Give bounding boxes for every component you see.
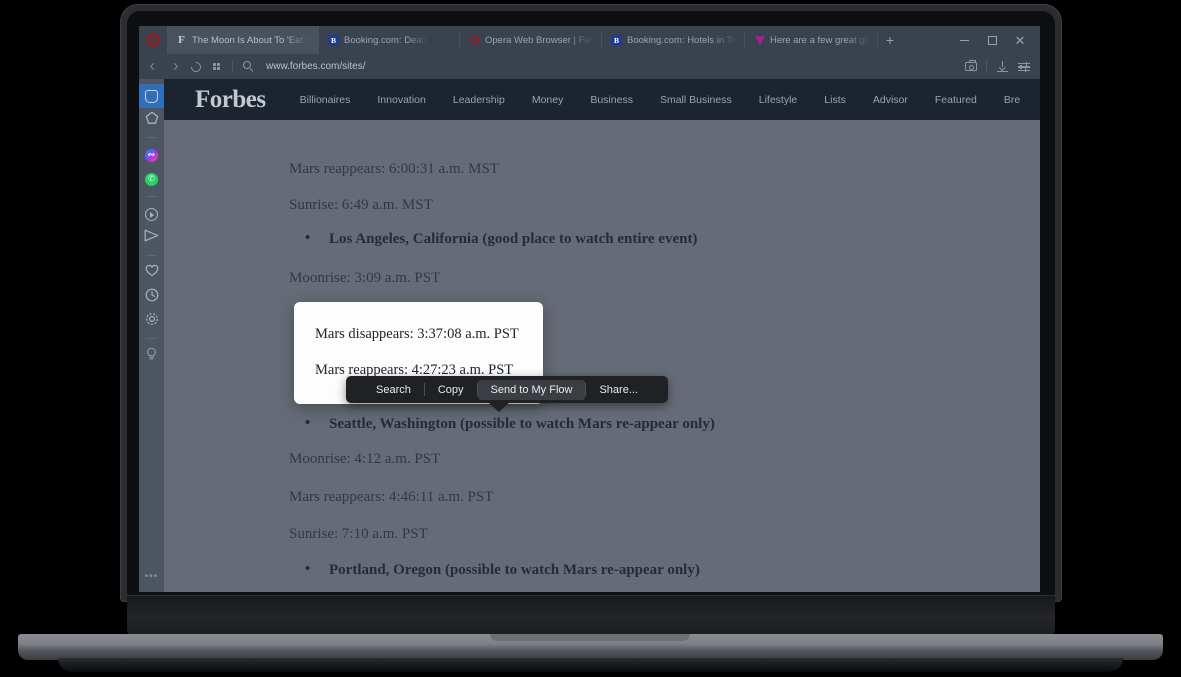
laptop-base-notch	[490, 634, 690, 641]
minimize-button[interactable]	[950, 26, 978, 54]
messenger-icon: ∾	[145, 148, 158, 162]
nav-item-leadership[interactable]: Leadership	[453, 94, 505, 106]
tab-0-title: The Moon Is About To 'Eat' M	[192, 34, 311, 46]
nav-item-small-business[interactable]: Small Business	[660, 94, 732, 106]
send-triangle-icon	[144, 229, 159, 247]
nav-item-featured[interactable]: Featured	[935, 94, 977, 106]
article-line: Mars reappears: 6:00:31 a.m. MST	[289, 161, 499, 177]
sidebar-more-label: •••	[144, 571, 159, 582]
sidebar-item-shield[interactable]	[139, 84, 164, 108]
sidebar-item-pentagon[interactable]	[139, 108, 164, 132]
sidebar-divider-1	[146, 137, 157, 138]
downloads-icon[interactable]	[992, 56, 1013, 77]
toolbar-divider-2	[986, 60, 987, 73]
forbes-f-icon: F	[178, 33, 185, 46]
forward-button[interactable]	[164, 56, 185, 77]
nav-item-money[interactable]: Money	[532, 94, 564, 106]
laptop-screen: F The Moon Is About To 'Eat' M B Booking…	[139, 26, 1040, 592]
tab-2-title: Opera Web Browser | Faster,	[485, 34, 594, 46]
article-content: Mars reappears: 6:00:31 a.m. MST Sunrise…	[164, 120, 1040, 592]
article-line: Sunrise: 6:49 a.m. MST	[289, 197, 433, 213]
opera-sidebar: ∾ ✆ •••	[139, 79, 164, 592]
sidebar-more-button[interactable]: •••	[145, 566, 159, 592]
address-bar: www.forbes.com/sites/	[139, 54, 1040, 79]
nav-item-lifestyle[interactable]: Lifestyle	[759, 94, 798, 106]
opera-o-icon	[469, 35, 480, 46]
tab-4[interactable]: Here are a few great gifts	[745, 26, 878, 54]
nav-item-billionaires[interactable]: Billionaires	[300, 94, 351, 106]
sidebar-divider-3	[146, 255, 157, 256]
tooltip-line: Mars disappears: 3:37:08 a.m. PST	[315, 326, 519, 342]
url-input[interactable]: www.forbes.com/sites/	[266, 61, 960, 72]
article-line-selected[interactable]: Moonrise: 3:09 a.m. PST	[289, 270, 440, 287]
shield-icon	[145, 89, 158, 103]
easy-setup-sliders-icon[interactable]	[1013, 56, 1034, 77]
sidebar-item-settings[interactable]	[139, 309, 164, 333]
search-icon[interactable]	[238, 56, 259, 77]
pentagon-icon	[145, 111, 159, 130]
apps-grid-button[interactable]	[206, 56, 227, 77]
context-menu-share-button[interactable]: Share...	[586, 380, 651, 400]
tab-3-title: Booking.com: Hotels in Tokyo	[627, 34, 737, 46]
opera-browser-window: F The Moon Is About To 'Eat' M B Booking…	[139, 26, 1040, 592]
heart-icon	[145, 264, 159, 282]
laptop-mockup: F The Moon Is About To 'Eat' M B Booking…	[0, 0, 1181, 677]
tab-bar: F The Moon Is About To 'Eat' M B Booking…	[139, 26, 1040, 54]
play-circle-icon	[145, 207, 158, 221]
vivaldi-v-icon	[754, 35, 765, 46]
tab-1[interactable]: B Booking.com: Deals	[319, 26, 460, 54]
nav-item-lists[interactable]: Lists	[824, 94, 846, 106]
article-bullet-item: Los Angeles, California (good place to w…	[305, 230, 697, 248]
context-menu-arrow	[488, 402, 510, 412]
tab-2[interactable]: Opera Web Browser | Faster,	[460, 26, 602, 54]
sidebar-item-player[interactable]	[139, 202, 164, 226]
camera-snapshot-icon[interactable]	[960, 56, 981, 77]
back-button[interactable]	[143, 56, 164, 77]
nav-item-business[interactable]: Business	[590, 94, 633, 106]
sidebar-item-history[interactable]	[139, 285, 164, 309]
opera-logo-icon[interactable]	[139, 26, 167, 54]
sidebar-item-telegram[interactable]	[139, 226, 164, 250]
tab-0[interactable]: F The Moon Is About To 'Eat' M	[167, 26, 319, 54]
article-line: Mars reappears: 4:46:11 a.m. PST	[289, 489, 494, 505]
laptop-hinge	[127, 596, 1055, 636]
toolbar-divider	[232, 60, 233, 73]
reload-button[interactable]	[185, 56, 206, 77]
close-button[interactable]: ✕	[1006, 26, 1034, 54]
clock-icon	[145, 288, 159, 307]
sidebar-divider-2	[146, 196, 157, 197]
sidebar-item-whatsapp[interactable]: ✆	[139, 167, 164, 191]
article-line: Sunrise: 7:10 a.m. PST	[289, 526, 428, 542]
sidebar-divider-4	[146, 338, 157, 339]
context-menu-send-to-my-flow-button[interactable]: Send to My Flow	[477, 379, 586, 400]
article-line: Moonrise: 4:12 a.m. PST	[289, 451, 441, 467]
sidebar-item-messenger[interactable]: ∾	[139, 143, 164, 167]
site-navigation-bar: Forbes Billionaires Innovation Leadershi…	[164, 79, 1040, 120]
sidebar-item-favorites[interactable]	[139, 261, 164, 285]
tab-3[interactable]: B Booking.com: Hotels in Tokyo	[602, 26, 745, 54]
maximize-button[interactable]	[978, 26, 1006, 54]
new-tab-button[interactable]: +	[878, 26, 902, 54]
sidebar-item-tips[interactable]	[139, 344, 164, 368]
tab-1-title: Booking.com: Deals	[344, 34, 429, 46]
laptop-base-shadow	[58, 658, 1123, 672]
forbes-logo[interactable]: Forbes	[195, 87, 266, 112]
context-menu-copy-button[interactable]: Copy	[425, 380, 477, 400]
gear-icon	[145, 312, 159, 331]
selection-context-menu: Search Copy Send to My Flow Share...	[346, 376, 668, 403]
booking-b-icon: B	[611, 34, 622, 46]
window-controls: ✕	[950, 26, 1040, 54]
article-bullet-item: Seattle, Washington (possible to watch M…	[305, 415, 715, 433]
nav-item-breaking[interactable]: Bre	[1004, 94, 1020, 106]
booking-b-icon: B	[328, 34, 339, 46]
nav-item-innovation[interactable]: Innovation	[377, 94, 425, 106]
context-menu-search-button[interactable]: Search	[363, 380, 424, 400]
nav-item-advisor[interactable]: Advisor	[873, 94, 908, 106]
address-bar-actions	[960, 56, 1034, 77]
article-bullet-item: Portland, Oregon (possible to watch Mars…	[305, 561, 700, 579]
whatsapp-icon: ✆	[145, 172, 158, 186]
lightbulb-icon	[145, 347, 158, 366]
tab-4-title: Here are a few great gifts	[770, 34, 870, 46]
